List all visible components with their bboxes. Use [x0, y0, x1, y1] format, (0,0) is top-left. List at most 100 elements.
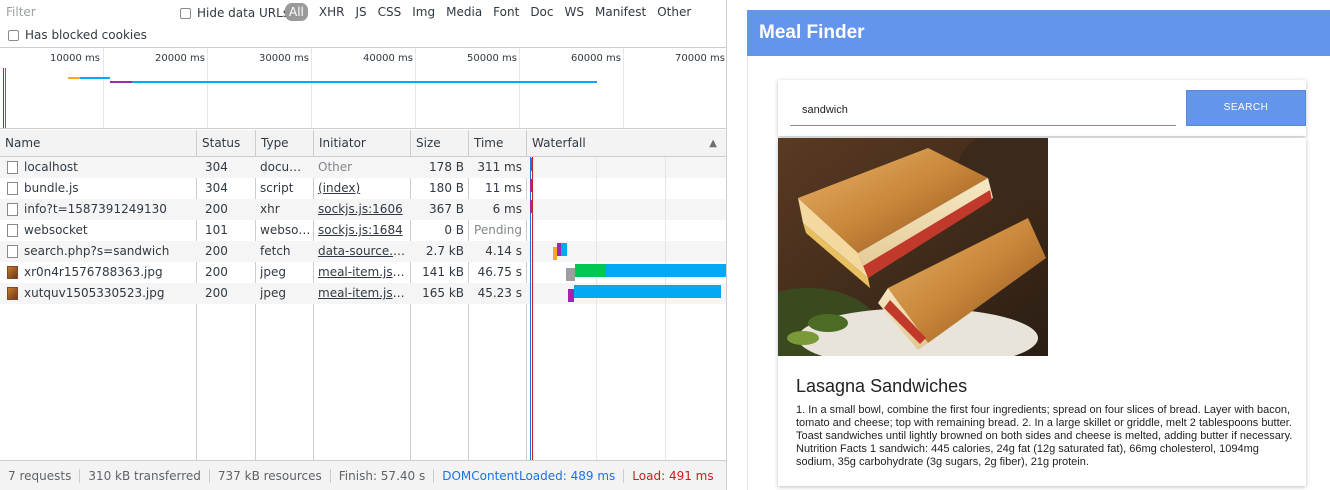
- type-filter-img[interactable]: Img: [407, 3, 440, 21]
- table-row[interactable]: search.php?s=sandwich 200 fetch data-source…: [0, 241, 527, 262]
- overview-gridline: [311, 48, 312, 128]
- network-status-bar: 7 requests 310 kB transferred 737 kB res…: [0, 460, 726, 490]
- request-name[interactable]: xr0n4r1576788363.jpg: [24, 262, 194, 283]
- search-input[interactable]: [790, 94, 1176, 126]
- table-row[interactable]: websocket 101 websoc... sockjs.js:1684 0 B Pe…: [0, 220, 527, 241]
- type-filter-js[interactable]: JS: [350, 3, 371, 21]
- request-size: 141 kB: [422, 265, 464, 279]
- waterfall-bar-image1-queue: [566, 268, 575, 281]
- request-name[interactable]: search.php?s=sandwich: [24, 241, 194, 262]
- type-filter-xhr[interactable]: XHR: [314, 3, 350, 21]
- request-initiator[interactable]: sockjs.js:1606: [318, 199, 406, 220]
- search-button[interactable]: SEARCH: [1186, 90, 1306, 126]
- resources-size: 737 kB resources: [210, 468, 331, 483]
- column-header-size[interactable]: Size: [411, 130, 469, 157]
- type-filter-manifest[interactable]: Manifest: [590, 3, 651, 21]
- request-initiator[interactable]: data-source.js:...: [318, 241, 406, 262]
- waterfall-bar-bundle: [530, 179, 532, 192]
- transferred-size: 310 kB transferred: [80, 468, 210, 483]
- request-status: 200: [205, 265, 228, 279]
- waterfall-row: [527, 220, 726, 241]
- waterfall-gridline: [596, 157, 597, 460]
- column-header-waterfall[interactable]: Waterfall ▲: [527, 130, 726, 157]
- overview-gridline: [415, 48, 416, 128]
- search-form: SEARCH: [778, 80, 1306, 136]
- hide-data-urls-toggle[interactable]: Hide data URLs: [180, 6, 289, 20]
- dom-content-loaded-time: DOMContentLoaded: 489 ms: [434, 468, 625, 483]
- table-row[interactable]: localhost 304 docum... Other 178 B 311 ms: [0, 157, 527, 178]
- column-header-name[interactable]: Name: [0, 130, 197, 157]
- table-row[interactable]: bundle.js 304 script (index) 180 B 11 ms: [0, 178, 527, 199]
- has-blocked-cookies-label: Has blocked cookies: [25, 28, 147, 42]
- overview-tick-label: 50000 ms: [467, 53, 517, 64]
- column-header-time[interactable]: Time: [469, 130, 527, 157]
- meal-card[interactable]: Lasagna Sandwiches 1. In a small bowl, c…: [778, 138, 1306, 486]
- image-icon: [7, 266, 18, 279]
- request-initiator[interactable]: (index): [318, 178, 406, 199]
- waterfall-header-label: Waterfall: [532, 136, 586, 150]
- request-type: docum...: [260, 160, 312, 174]
- overview-tick-label: 70000 ms: [675, 53, 725, 64]
- has-blocked-cookies-toggle[interactable]: Has blocked cookies: [8, 28, 147, 42]
- waterfall-gridline: [665, 157, 666, 460]
- table-row[interactable]: xutquv1505330523.jpg 200 jpeg meal-item.js:…: [0, 283, 527, 304]
- overview-dcl-marker: [5, 68, 6, 128]
- meal-image[interactable]: [778, 138, 1048, 356]
- waterfall-row: [527, 178, 726, 199]
- resource-type-filters: All XHR JS CSS Img Media Font Doc WS Man…: [285, 3, 697, 21]
- table-row[interactable]: xr0n4r1576788363.jpg 200 jpeg meal-item.js:…: [0, 262, 527, 283]
- overview-tick-label: 20000 ms: [155, 53, 205, 64]
- waterfall-bar-image2-download: [574, 285, 721, 298]
- sort-ascending-icon: ▲: [709, 138, 717, 149]
- waterfall-area: [527, 157, 726, 460]
- hide-data-urls-label: Hide data URLs: [197, 6, 290, 20]
- request-time: 4.14 s: [485, 244, 522, 258]
- type-filter-media[interactable]: Media: [441, 3, 487, 21]
- request-name[interactable]: bundle.js: [24, 178, 194, 199]
- request-type: fetch: [260, 244, 291, 258]
- request-status: 200: [205, 286, 228, 300]
- overview-bar: [110, 81, 132, 83]
- network-panel: Hide data URLs All XHR JS CSS Img Media …: [0, 0, 727, 490]
- request-time: 6 ms: [492, 202, 522, 216]
- request-initiator[interactable]: meal-item.js:13: [318, 262, 406, 283]
- has-blocked-cookies-checkbox[interactable]: [8, 29, 19, 41]
- type-filter-all[interactable]: All: [285, 3, 308, 21]
- column-header-initiator[interactable]: Initiator: [314, 130, 411, 157]
- timeline-overview[interactable]: 10000 ms 20000 ms 30000 ms 40000 ms 5000…: [0, 47, 726, 129]
- request-size: 0 B: [444, 223, 464, 237]
- overview-bar: [132, 81, 597, 83]
- hide-data-urls-checkbox[interactable]: [180, 7, 191, 19]
- overview-gridline: [103, 48, 104, 128]
- document-icon: [7, 245, 18, 258]
- column-header-status[interactable]: Status: [197, 130, 256, 157]
- filter-input[interactable]: [2, 3, 167, 21]
- request-name[interactable]: xutquv1505330523.jpg: [24, 283, 194, 304]
- request-size: 165 kB: [422, 286, 464, 300]
- request-status: 101: [205, 223, 228, 237]
- waterfall-bar-localhost: [530, 158, 532, 171]
- waterfall-bar-image1-wait: [575, 264, 605, 277]
- image-icon: [7, 287, 18, 300]
- request-name[interactable]: websocket: [24, 220, 194, 241]
- type-filter-ws[interactable]: WS: [560, 3, 589, 21]
- type-filter-other[interactable]: Other: [652, 3, 696, 21]
- type-filter-css[interactable]: CSS: [373, 3, 407, 21]
- waterfall-bar-image1-download: [605, 264, 726, 277]
- request-name[interactable]: localhost: [24, 157, 194, 178]
- grilled-sandwich-image: [778, 138, 1048, 356]
- request-size: 178 B: [429, 160, 464, 174]
- request-status: 304: [205, 181, 228, 195]
- type-filter-doc[interactable]: Doc: [525, 3, 558, 21]
- app-title: Meal Finder: [747, 10, 1330, 56]
- request-status: 304: [205, 160, 228, 174]
- column-header-type[interactable]: Type: [256, 130, 314, 157]
- request-table: Name Status Type Initiator Size Time Wat…: [0, 130, 726, 460]
- request-status: 200: [205, 244, 228, 258]
- request-type: jpeg: [260, 265, 286, 279]
- table-row[interactable]: info?t=1587391249130 200 xhr sockjs.js:1606…: [0, 199, 527, 220]
- request-initiator[interactable]: sockjs.js:1684: [318, 220, 406, 241]
- request-name[interactable]: info?t=1587391249130: [24, 199, 194, 220]
- request-initiator[interactable]: meal-item.js:13: [318, 283, 406, 304]
- type-filter-font[interactable]: Font: [488, 3, 524, 21]
